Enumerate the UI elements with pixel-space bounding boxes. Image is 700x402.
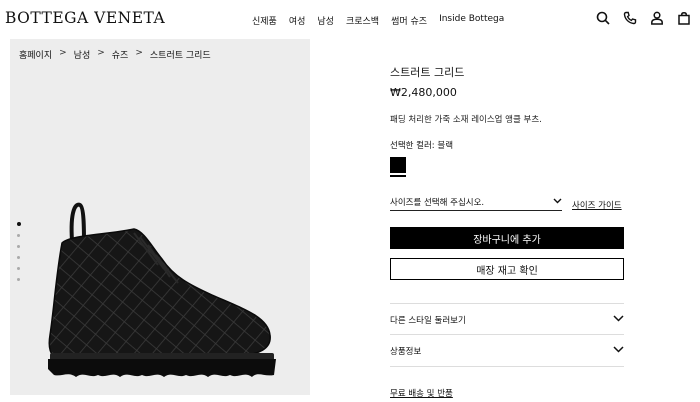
breadcrumb-separator: > <box>59 48 67 58</box>
color-swatch-black[interactable] <box>390 157 406 175</box>
breadcrumb-current: 스트러트 그리드 <box>149 51 211 61</box>
shopping-bag-icon[interactable] <box>676 10 692 26</box>
nav-item-men[interactable]: 남성 <box>317 14 334 27</box>
nav-item-crossbody[interactable]: 크로스백 <box>346 14 379 27</box>
chevron-down-icon <box>613 314 624 325</box>
gallery-dot[interactable] <box>17 256 20 259</box>
size-select-placeholder: 사이즈를 선택해 주십시오. <box>390 198 485 208</box>
check-store-stock-button[interactable]: 매장 재고 확인 <box>390 258 624 280</box>
chevron-down-icon <box>613 345 624 356</box>
accordion-product-info-label: 상품정보 <box>390 346 422 357</box>
site-header: BOTTEGA VENETA 신제품 여성 남성 크로스백 썸머 슈즈 Insi… <box>0 0 700 38</box>
accordion-other-styles-label: 다른 스타일 둘러보기 <box>390 315 466 326</box>
size-row: 사이즈를 선택해 주십시오. 사이즈 가이드 <box>390 196 624 211</box>
product-description: 패딩 처리한 가죽 소재 레이스업 앵클 부츠. <box>390 115 542 125</box>
breadcrumb-separator: > <box>97 48 105 58</box>
gallery-dot[interactable] <box>17 267 20 270</box>
product-info: 스트러트 그리드 ₩2,480,000 패딩 처리한 가죽 소재 레이스업 앵클… <box>390 64 624 399</box>
phone-icon[interactable] <box>622 10 638 26</box>
breadcrumb: 홈페이지 > 남성 > 슈즈 > 스트러트 그리드 <box>19 48 211 61</box>
product-name: 스트러트 그리드 <box>390 66 465 79</box>
nav-item-women[interactable]: 여성 <box>289 14 306 27</box>
breadcrumb-separator: > <box>135 48 143 58</box>
accordion-other-styles[interactable]: 다른 스타일 둘러보기 <box>390 303 624 335</box>
size-guide-link[interactable]: 사이즈 가이드 <box>572 199 622 211</box>
breadcrumb-shoes[interactable]: 슈즈 <box>112 48 129 61</box>
breadcrumb-men[interactable]: 남성 <box>74 48 91 61</box>
header-icons <box>595 10 692 26</box>
size-select[interactable]: 사이즈를 선택해 주십시오. <box>390 196 562 211</box>
gallery-dot[interactable] <box>17 278 20 281</box>
product-image-boot <box>48 202 276 377</box>
breadcrumb-home[interactable]: 홈페이지 <box>19 48 52 61</box>
gallery-pagination <box>17 222 21 281</box>
gallery-dot[interactable] <box>17 234 20 237</box>
brand-logo[interactable]: BOTTEGA VENETA <box>5 9 165 27</box>
gallery-dot[interactable] <box>17 222 21 226</box>
gallery-dot[interactable] <box>17 245 20 248</box>
product-gallery[interactable]: 홈페이지 > 남성 > 슈즈 > 스트러트 그리드 <box>10 39 310 395</box>
selected-color-label: 선택한 컬러: 블랙 <box>390 141 454 151</box>
nav-item-summer-shoes[interactable]: 썸머 슈즈 <box>391 14 427 27</box>
add-to-cart-button[interactable]: 장바구니에 추가 <box>390 227 624 249</box>
product-price: ₩2,480,000 <box>390 86 457 99</box>
main-nav: 신제품 여성 남성 크로스백 썸머 슈즈 Inside Bottega <box>252 14 504 27</box>
free-shipping-returns-link[interactable]: 무료 배송 및 반품 <box>390 387 453 399</box>
nav-item-new[interactable]: 신제품 <box>252 14 277 27</box>
accordion-product-info[interactable]: 상품정보 <box>390 334 624 367</box>
chevron-down-icon <box>553 197 562 207</box>
nav-item-inside-bottega[interactable]: Inside Bottega <box>439 14 504 27</box>
account-icon[interactable] <box>649 10 665 26</box>
search-icon[interactable] <box>595 10 611 26</box>
